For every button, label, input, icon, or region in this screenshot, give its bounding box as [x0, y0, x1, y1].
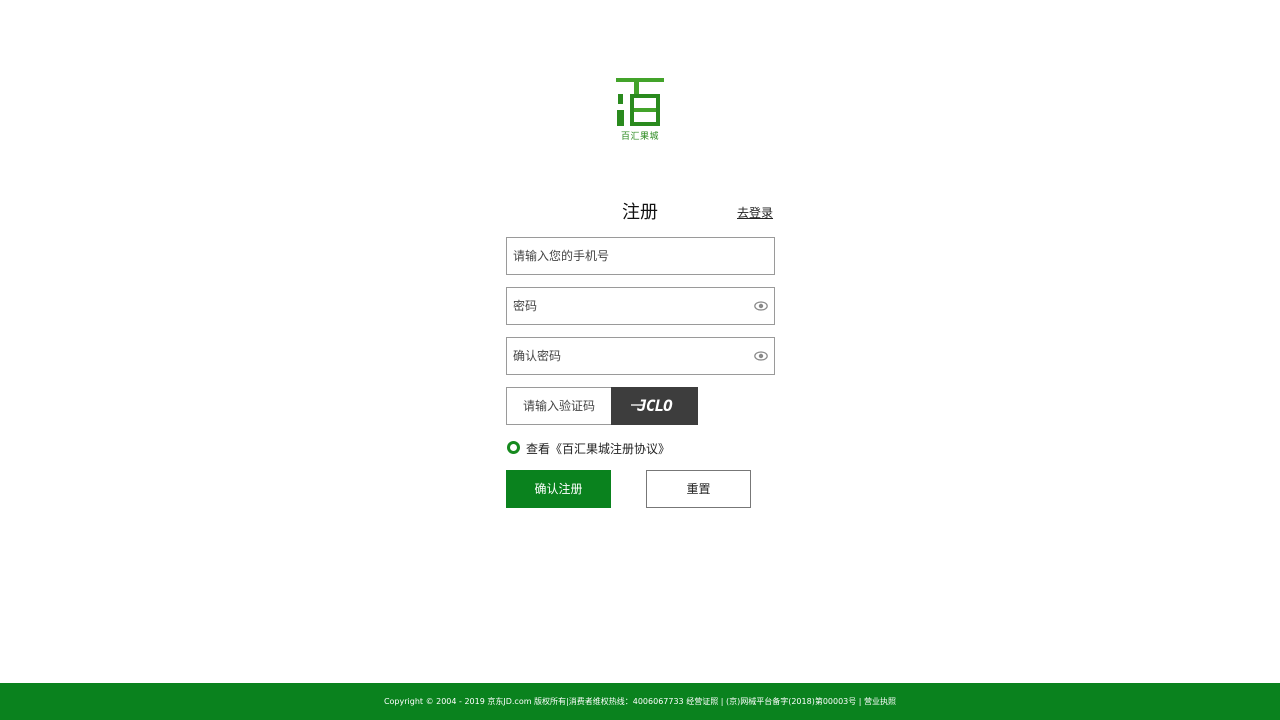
footer-copyright: Copyright © 2004 - 2019 京东JD.com 版权所有|消费…	[0, 683, 1280, 720]
captcha-image[interactable]: JCLO	[611, 387, 698, 425]
eye-icon[interactable]	[754, 301, 768, 311]
confirm-password-input[interactable]	[507, 338, 774, 374]
register-page: 百汇果城 注册 去登录 JCLO 查看《百汇果城注册协议》 确认注册 重置 Co…	[0, 0, 1280, 720]
confirm-password-field-wrapper	[506, 337, 775, 375]
captcha-code: JCLO	[637, 396, 673, 415]
phone-field-wrapper	[506, 237, 775, 275]
eye-icon[interactable]	[754, 351, 768, 361]
go-login-link[interactable]: 去登录	[737, 204, 773, 221]
page-title: 注册	[622, 202, 658, 223]
agreement-radio[interactable]	[507, 441, 520, 454]
confirm-register-button[interactable]: 确认注册	[506, 470, 611, 508]
agreement-link[interactable]: 查看《百汇果城注册协议》	[526, 440, 670, 457]
password-input[interactable]	[507, 288, 774, 324]
captcha-input[interactable]	[507, 388, 611, 424]
captcha-field-wrapper	[506, 387, 612, 425]
reset-button[interactable]: 重置	[646, 470, 751, 508]
brand-name: 百汇果城	[620, 132, 659, 142]
password-field-wrapper	[506, 287, 775, 325]
phone-input[interactable]	[507, 238, 774, 274]
